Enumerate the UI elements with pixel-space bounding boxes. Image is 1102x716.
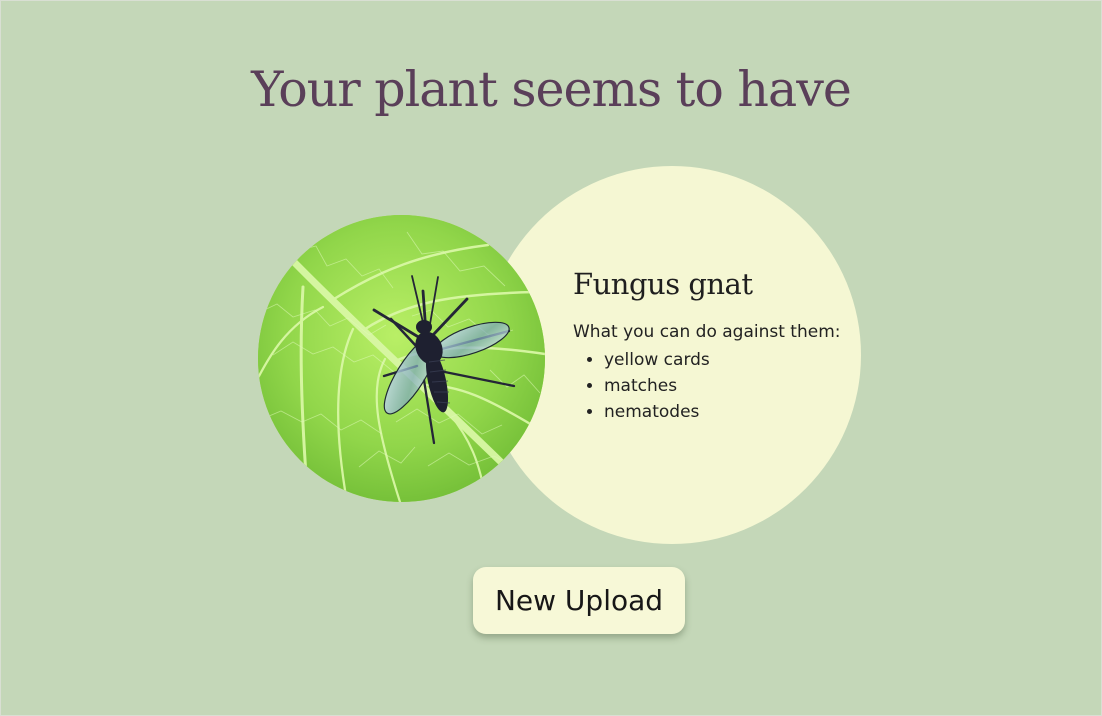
remedy-item: matches bbox=[604, 373, 710, 399]
pest-photo bbox=[258, 215, 545, 502]
remedy-item: yellow cards bbox=[604, 347, 710, 373]
page-title: Your plant seems to have bbox=[251, 61, 852, 118]
remedy-item: nematodes bbox=[604, 399, 710, 425]
new-upload-button[interactable]: New Upload bbox=[473, 567, 685, 634]
pest-name: Fungus gnat bbox=[573, 267, 753, 301]
diagnosis-page: Your plant seems to have Fungus gnat Wha… bbox=[0, 0, 1102, 716]
remedy-list: yellow cards matches nematodes bbox=[573, 347, 710, 425]
advice-heading: What you can do against them: bbox=[573, 322, 841, 342]
